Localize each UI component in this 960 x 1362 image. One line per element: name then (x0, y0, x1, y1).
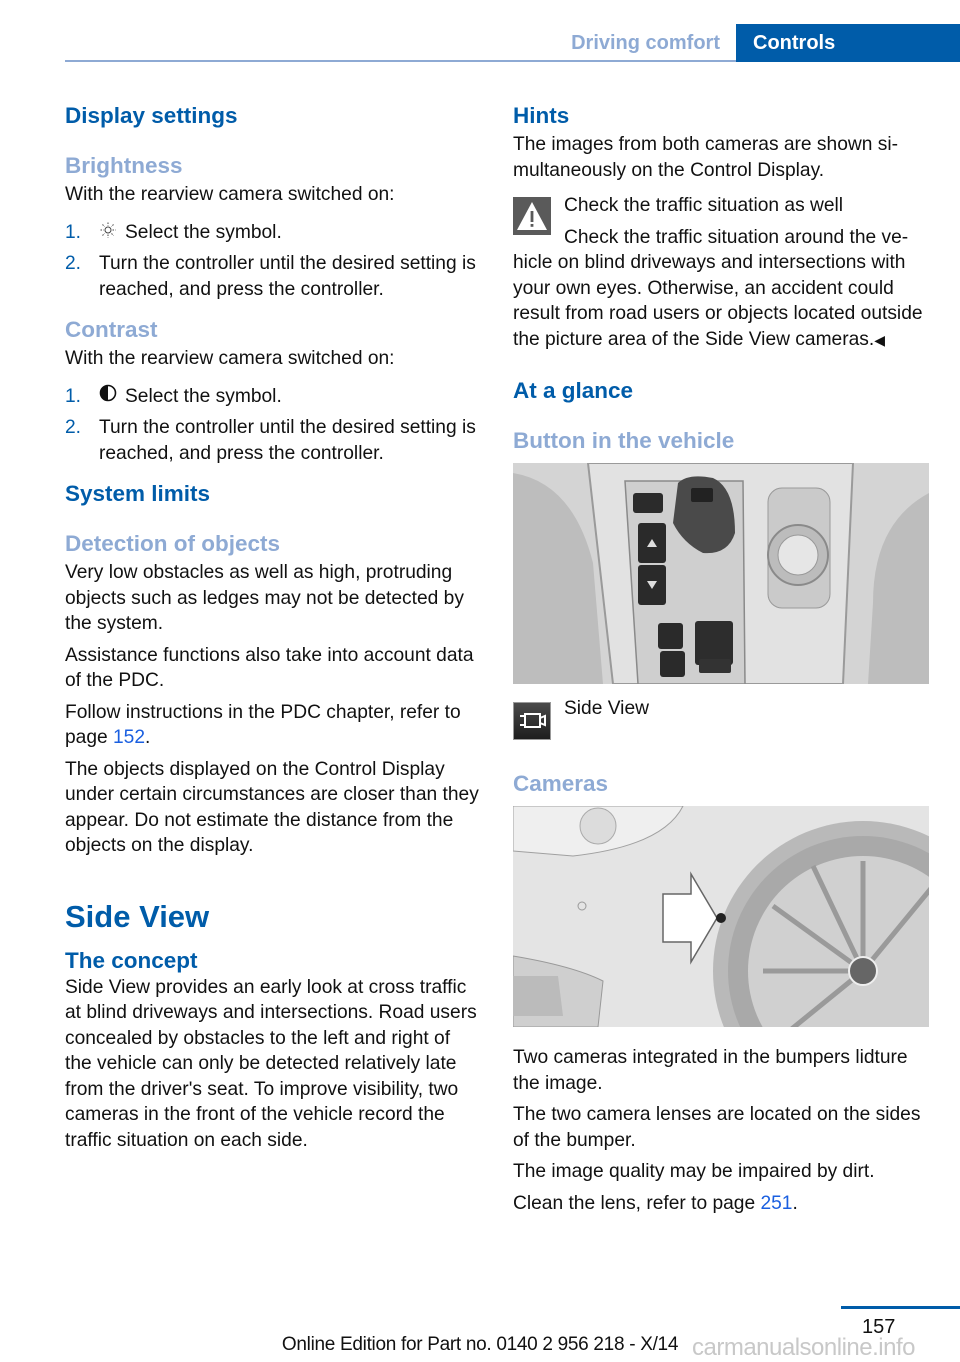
step-text: Select the symbol. (125, 221, 282, 243)
heading-the-concept: The concept (65, 947, 198, 973)
side-view-camera-icon (513, 702, 551, 740)
side-view-button-label: Side View (564, 698, 649, 719)
contrast-intro: With the rearview camera switched on: (65, 348, 395, 369)
header-chapter-tab[interactable]: Controls (736, 24, 960, 62)
step-number: 2. (65, 417, 82, 438)
step-text: Select the symbol. (125, 385, 282, 407)
detection-paragraph-3: Follow instructions in the PDC chapter, … (65, 700, 481, 751)
heading-hints: Hints (513, 103, 570, 128)
page-link-152[interactable]: 152 (113, 727, 145, 748)
cameras-paragraph-4: Clean the lens, refer to page 251. (513, 1191, 929, 1217)
period: . (792, 1192, 798, 1214)
center-console-image (513, 463, 929, 684)
warning-body: Check the traffic situation around the v… (513, 225, 929, 354)
contrast-steps: 1. Select the symbol. 2. Turn the contro… (65, 384, 481, 467)
detection-paragraph-1: Very low obstacles as well as high, prot… (65, 562, 464, 634)
heading-contrast: Contrast (65, 317, 158, 342)
period: . (145, 727, 151, 748)
detection-paragraph-4: The objects displayed on the Control Dis… (65, 758, 479, 857)
heading-detection-of-objects: Detection of objects (65, 531, 281, 556)
detection-paragraph-2: Assistance functions also take into acco… (65, 644, 474, 692)
step-text: Turn the controller until the desired se… (99, 417, 476, 464)
heading-brightness: Brightness (65, 153, 183, 178)
brightness-steps: 1. Select the symbol. 2. Turn the contro… (65, 220, 481, 303)
cameras-p4-text: Clean the lens, refer to page (513, 1192, 761, 1214)
footer-rule (841, 1306, 960, 1309)
hints-paragraph: The images from both cameras are shown s… (513, 134, 898, 181)
brightness-intro: With the rearview camera switched on: (65, 184, 395, 205)
edition-line: Online Edition for Part no. 0140 2 956 2… (281, 1334, 679, 1355)
heading-button-in-vehicle: Button in the vehicle (513, 428, 735, 453)
left-column: Display settings Brightness With the rea… (65, 100, 481, 1159)
warning-body-text: Check the traffic situation around the v… (513, 226, 923, 350)
heading-side-view: Side View (65, 898, 210, 934)
cameras-paragraph-1: Two cameras integrated in the bumpers li… (513, 1047, 908, 1094)
concept-paragraph: Side View provides an early look at cros… (65, 976, 477, 1151)
heading-display-settings: Display settings (65, 103, 238, 128)
cameras-paragraph-3: The image quality may be impaired by dir… (513, 1161, 875, 1182)
heading-cameras: Cameras (513, 771, 609, 796)
cameras-paragraph-2: The two camera lenses are located on the… (513, 1104, 921, 1151)
step-number: 1. (65, 385, 82, 407)
header-section-title[interactable]: Driving comfort (554, 24, 736, 62)
list-item: 1. Select the symbol. (65, 384, 481, 410)
warning-title: Check the traffic situation as well (564, 195, 844, 216)
warning-box: Check the traffic situation as well Chec… (513, 193, 929, 353)
brightness-sun-icon (99, 220, 117, 246)
side-view-button-row: Side View (513, 698, 929, 744)
step-number: 2. (65, 253, 82, 274)
list-item: 1. Select the symbol. (65, 220, 481, 246)
step-number: 1. (65, 221, 82, 243)
warning-triangle-icon (513, 197, 551, 235)
list-item: 2. Turn the controller until the desired… (65, 415, 481, 466)
heading-system-limits: System limits (65, 481, 211, 506)
right-column: Hints The images from both cameras are s… (513, 100, 929, 1222)
page-link-251[interactable]: 251 (760, 1193, 792, 1214)
end-mark-icon: ◀ (874, 331, 885, 348)
list-item: 2. Turn the controller until the desired… (65, 251, 481, 302)
heading-at-a-glance: At a glance (513, 378, 634, 403)
step-text: Turn the controller until the desired se… (99, 253, 476, 300)
contrast-half-circle-icon (99, 384, 117, 410)
bumper-camera-image (513, 806, 929, 1027)
